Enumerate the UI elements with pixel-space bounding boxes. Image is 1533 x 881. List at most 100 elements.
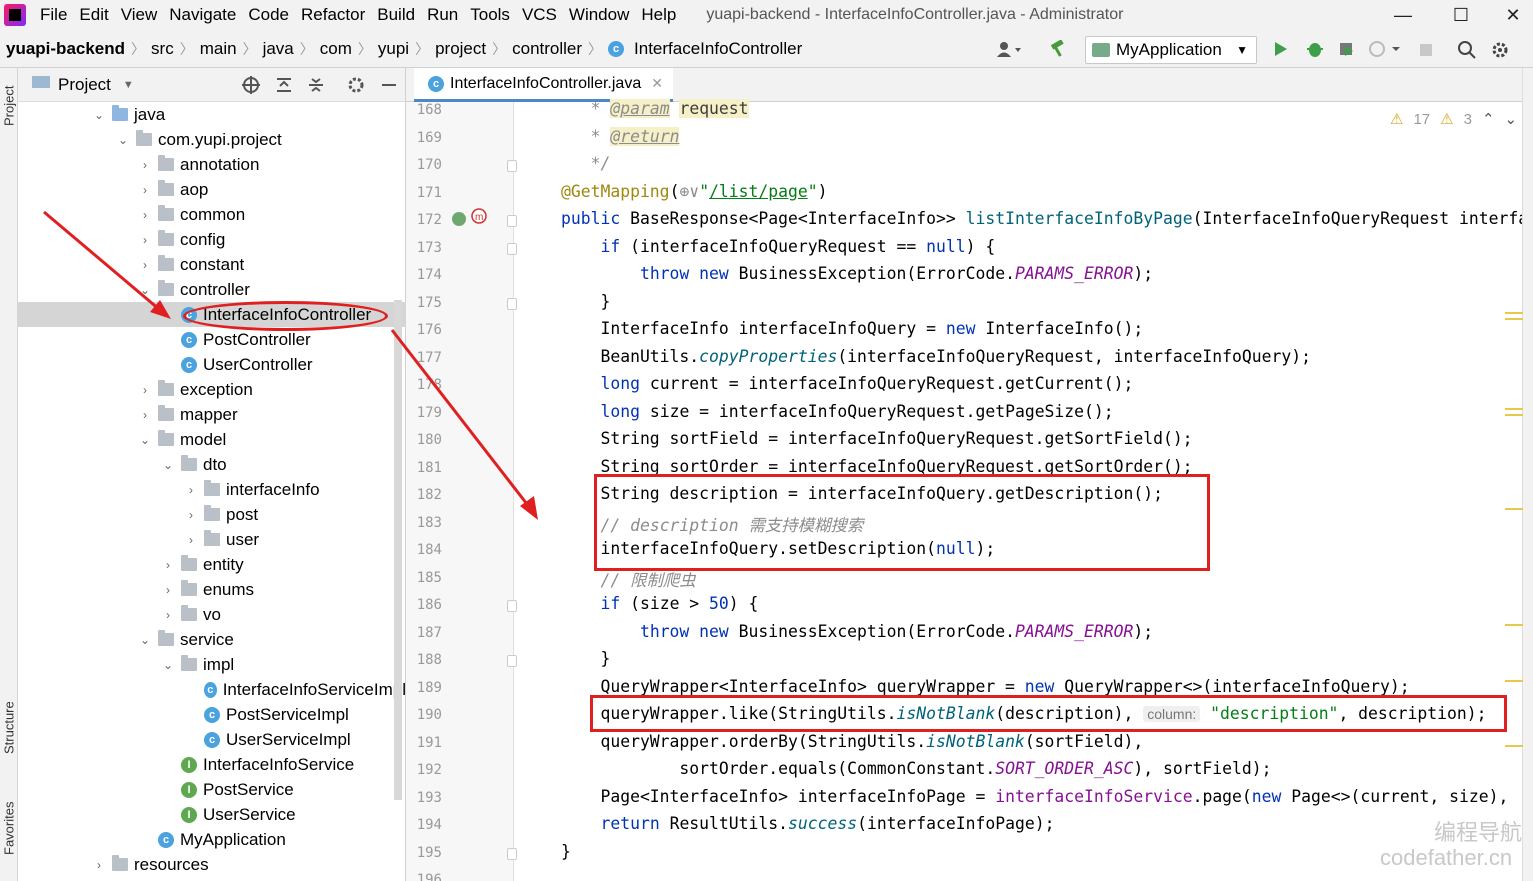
chevron-right-icon[interactable]: › (138, 158, 152, 172)
tree-item[interactable]: › enums (18, 577, 406, 602)
error-stripe-mark[interactable] (1505, 312, 1523, 314)
run-configuration-select[interactable]: MyApplication ▼ (1085, 36, 1257, 64)
error-stripe-mark[interactable] (1505, 508, 1523, 510)
code-line[interactable]: if (interfaceInfoQueryRequest == null) { (561, 237, 995, 256)
code-line[interactable]: public BaseResponse<Page<InterfaceInfo>>… (561, 209, 1533, 228)
code-line[interactable]: * @return (561, 126, 680, 146)
tree-item[interactable]: c PostServiceImpl (18, 702, 406, 727)
locate-icon[interactable] (242, 76, 260, 99)
tree-item[interactable]: I UserService (18, 802, 406, 827)
tree-item[interactable]: › annotation (18, 152, 406, 177)
code-line[interactable]: queryWrapper.orderBy(StringUtils.isNotBl… (561, 732, 1143, 751)
chevron-down-icon[interactable]: ▼ (123, 79, 134, 91)
tree-item[interactable]: › vo (18, 602, 406, 627)
chevron-right-icon[interactable]: › (138, 383, 152, 397)
error-stripe-mark[interactable] (1505, 624, 1523, 626)
tree-item[interactable]: ⌄ com.yupi.project (18, 127, 406, 152)
tree-item[interactable]: c PostController (18, 327, 406, 352)
chevron-right-icon[interactable]: › (138, 208, 152, 222)
tree-item[interactable]: › entity (18, 552, 406, 577)
code-line[interactable]: String sortField = interfaceInfoQueryReq… (561, 429, 1192, 448)
tree-item[interactable]: ⌄ model (18, 427, 406, 452)
tree-item[interactable]: ⌄ impl (18, 652, 406, 677)
close-window-button[interactable]: ✕ (1490, 0, 1533, 30)
menu-code[interactable]: Code (242, 5, 295, 25)
tree-item[interactable]: › common (18, 202, 406, 227)
code-line[interactable]: InterfaceInfo interfaceInfoQuery = new I… (561, 319, 1143, 338)
code-line[interactable]: throw new BusinessException(ErrorCode.PA… (561, 622, 1153, 641)
menu-help[interactable]: Help (635, 5, 682, 25)
editor-tab[interactable]: c InterfaceInfoController.java ✕ (414, 68, 673, 102)
tree-item[interactable]: ⌄ java (18, 102, 406, 127)
tree-item[interactable]: › interfaceInfo (18, 477, 406, 502)
chevron-down-icon[interactable]: ⌄ (161, 658, 175, 672)
structure-tool-tab[interactable]: Structure (0, 688, 18, 768)
breadcrumb-item[interactable]: controller (508, 39, 586, 59)
chevron-right-icon[interactable]: › (92, 858, 106, 872)
tree-item[interactable]: I InterfaceInfoService (18, 752, 406, 777)
code-line[interactable]: @GetMapping(⊕∨"/list/page") (561, 182, 828, 201)
chevron-right-icon[interactable]: › (161, 608, 175, 622)
error-stripe-mark[interactable] (1505, 414, 1523, 416)
tree-item[interactable]: › aop (18, 177, 406, 202)
inspections-widget[interactable]: ⚠ 17 ⚠ 3 ⌃ ⌄ (1390, 110, 1518, 129)
chevron-right-icon[interactable]: › (138, 258, 152, 272)
hide-panel-icon[interactable] (380, 76, 398, 99)
chevron-right-icon[interactable]: › (138, 233, 152, 247)
project-tool-tab[interactable]: Project (0, 76, 18, 136)
gear-icon[interactable] (1490, 40, 1510, 65)
next-highlight-icon[interactable]: ⌄ (1505, 110, 1518, 128)
error-stripe-mark[interactable] (1505, 745, 1523, 747)
code-line[interactable]: QueryWrapper<InterfaceInfo> queryWrapper… (561, 677, 1409, 696)
tree-item[interactable]: › exception (18, 377, 406, 402)
menu-tools[interactable]: Tools (464, 5, 516, 25)
web-endpoint-icon[interactable]: m (451, 207, 491, 234)
collapse-all-icon[interactable] (307, 76, 325, 99)
error-stripe-mark[interactable] (1505, 318, 1523, 320)
tree-item[interactable]: › post (18, 502, 406, 527)
code-line[interactable]: long current = interfaceInfoQueryRequest… (561, 374, 1133, 393)
previous-highlight-icon[interactable]: ⌃ (1482, 110, 1495, 128)
run-icon[interactable] (1273, 40, 1289, 63)
chevron-right-icon[interactable]: › (184, 483, 198, 497)
breadcrumb-item[interactable]: yuapi-backend (0, 39, 129, 59)
minimize-button[interactable]: — (1380, 0, 1426, 30)
hammer-icon[interactable] (1048, 39, 1068, 63)
favorites-tool-tab[interactable]: Favorites (0, 793, 18, 863)
chevron-down-icon[interactable]: ⌄ (116, 133, 130, 147)
tree-item[interactable]: c UserController (18, 352, 406, 377)
debug-icon[interactable] (1305, 40, 1325, 63)
menu-navigate[interactable]: Navigate (163, 5, 242, 25)
project-panel-title[interactable]: Project (58, 75, 111, 95)
breadcrumb-item[interactable]: InterfaceInfoController (630, 39, 806, 59)
tree-item[interactable]: c MyApplication (18, 827, 406, 852)
tree-item[interactable]: › constant (18, 252, 406, 277)
menu-refactor[interactable]: Refactor (295, 5, 371, 25)
menu-edit[interactable]: Edit (73, 5, 114, 25)
error-stripe-mark[interactable] (1505, 408, 1523, 410)
chevron-right-icon[interactable]: › (161, 583, 175, 597)
breadcrumb-item[interactable]: com (316, 39, 356, 59)
tree-item[interactable]: › user (18, 527, 406, 552)
breadcrumb-item[interactable]: project (431, 39, 490, 59)
tree-item[interactable]: c UserServiceImpl (18, 727, 406, 752)
maximize-button[interactable]: ☐ (1438, 0, 1484, 30)
code-line[interactable]: BeanUtils.copyProperties(interfaceInfoQu… (561, 347, 1311, 366)
menu-build[interactable]: Build (371, 5, 421, 25)
error-stripe-mark[interactable] (1505, 680, 1523, 682)
chevron-right-icon[interactable]: › (184, 533, 198, 547)
chevron-right-icon[interactable]: › (161, 558, 175, 572)
code-line[interactable]: String sortOrder = interfaceInfoQueryReq… (561, 457, 1192, 476)
menu-window[interactable]: Window (563, 5, 635, 25)
chevron-down-icon[interactable]: ⌄ (92, 108, 106, 122)
chevron-right-icon[interactable]: › (138, 183, 152, 197)
code-line[interactable]: return ResultUtils.success(interfaceInfo… (561, 814, 1054, 833)
stop-icon[interactable] (1419, 42, 1433, 62)
tree-item[interactable]: ⌄ dto (18, 452, 406, 477)
code-line[interactable]: if (size > 50) { (561, 594, 758, 613)
profile-icon[interactable] (1368, 40, 1402, 63)
tree-item[interactable]: c InterfaceInfoServiceImpl (18, 677, 406, 702)
tree-item[interactable]: I PostService (18, 777, 406, 802)
coverage-icon[interactable] (1337, 40, 1357, 63)
tree-item[interactable]: › resources (18, 852, 406, 877)
